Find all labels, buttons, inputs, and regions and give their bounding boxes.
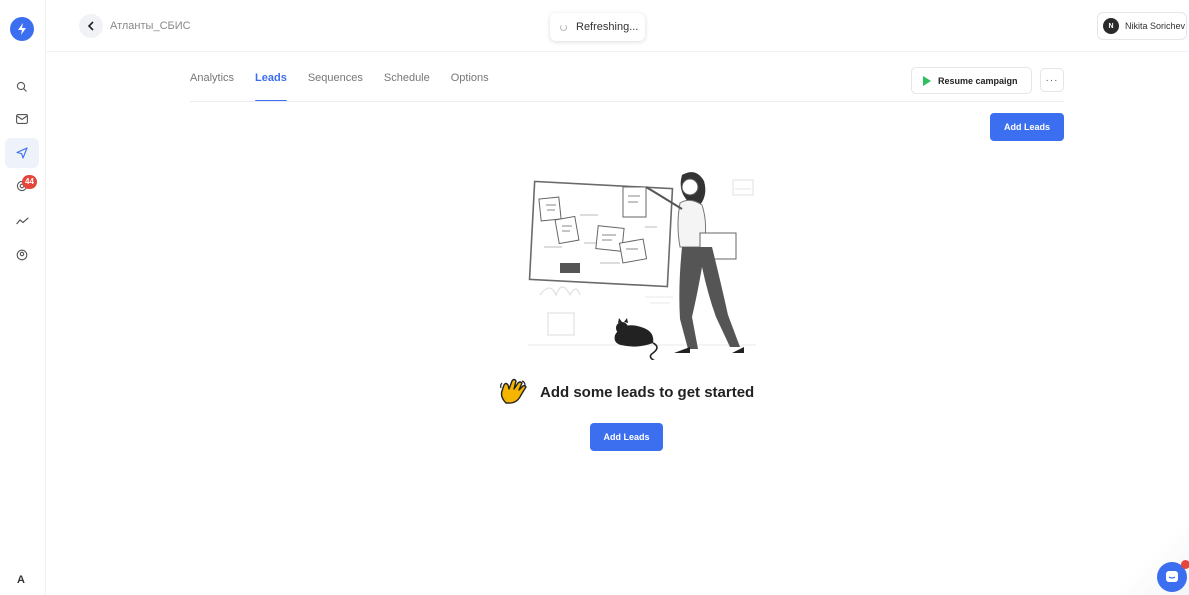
add-leads-button-top[interactable]: Add Leads bbox=[990, 113, 1064, 141]
breadcrumb[interactable]: Атланты_СБИС bbox=[110, 20, 191, 32]
empty-state-message: Add some leads to get started bbox=[498, 376, 754, 408]
tabs-divider bbox=[190, 101, 1064, 102]
resume-campaign-button[interactable]: Resume campaign bbox=[911, 67, 1032, 94]
user-menu[interactable]: N Nikita Sorichev bbox=[1097, 12, 1187, 40]
empty-state-text: Add some leads to get started bbox=[540, 383, 755, 401]
notification-badge: 44 bbox=[22, 175, 37, 189]
mail-icon[interactable] bbox=[5, 104, 39, 134]
analytics-icon[interactable] bbox=[5, 206, 39, 236]
tab-schedule[interactable]: Schedule bbox=[384, 72, 430, 102]
refresh-status-text: Refreshing... bbox=[576, 21, 639, 33]
spinner-icon bbox=[560, 23, 567, 31]
play-icon bbox=[923, 75, 931, 86]
tab-analytics[interactable]: Analytics bbox=[190, 72, 234, 102]
add-leads-button[interactable]: Add Leads bbox=[590, 423, 663, 451]
chat-icon bbox=[1166, 571, 1178, 582]
rail-footer-letter[interactable]: A bbox=[17, 574, 25, 586]
more-options-button[interactable]: ··· bbox=[1040, 68, 1064, 92]
back-button[interactable] bbox=[79, 14, 103, 38]
chat-notification-dot bbox=[1181, 560, 1189, 569]
avatar: N bbox=[1103, 18, 1119, 34]
refresh-status: Refreshing... bbox=[550, 13, 645, 41]
search-icon[interactable] bbox=[5, 72, 39, 102]
tab-leads[interactable]: Leads bbox=[255, 72, 287, 102]
resume-campaign-label: Resume campaign bbox=[938, 75, 1018, 86]
user-circle-icon[interactable] bbox=[5, 240, 39, 270]
tab-sequences[interactable]: Sequences bbox=[308, 72, 363, 102]
waving-hand-icon bbox=[500, 378, 527, 404]
app-logo-icon[interactable] bbox=[10, 17, 34, 41]
chevron-left-icon bbox=[87, 21, 94, 31]
tab-options[interactable]: Options bbox=[451, 72, 489, 102]
campaign-tabs: Analytics Leads Sequences Schedule Optio… bbox=[190, 72, 510, 102]
user-name: Nikita Sorichev bbox=[1125, 21, 1186, 31]
sidebar: 44 A bbox=[0, 0, 46, 595]
top-bar: Атланты_СБИС Refreshing... N Nikita Sori… bbox=[46, 0, 1189, 52]
empty-state-illustration bbox=[528, 172, 756, 360]
send-icon[interactable] bbox=[5, 138, 39, 168]
